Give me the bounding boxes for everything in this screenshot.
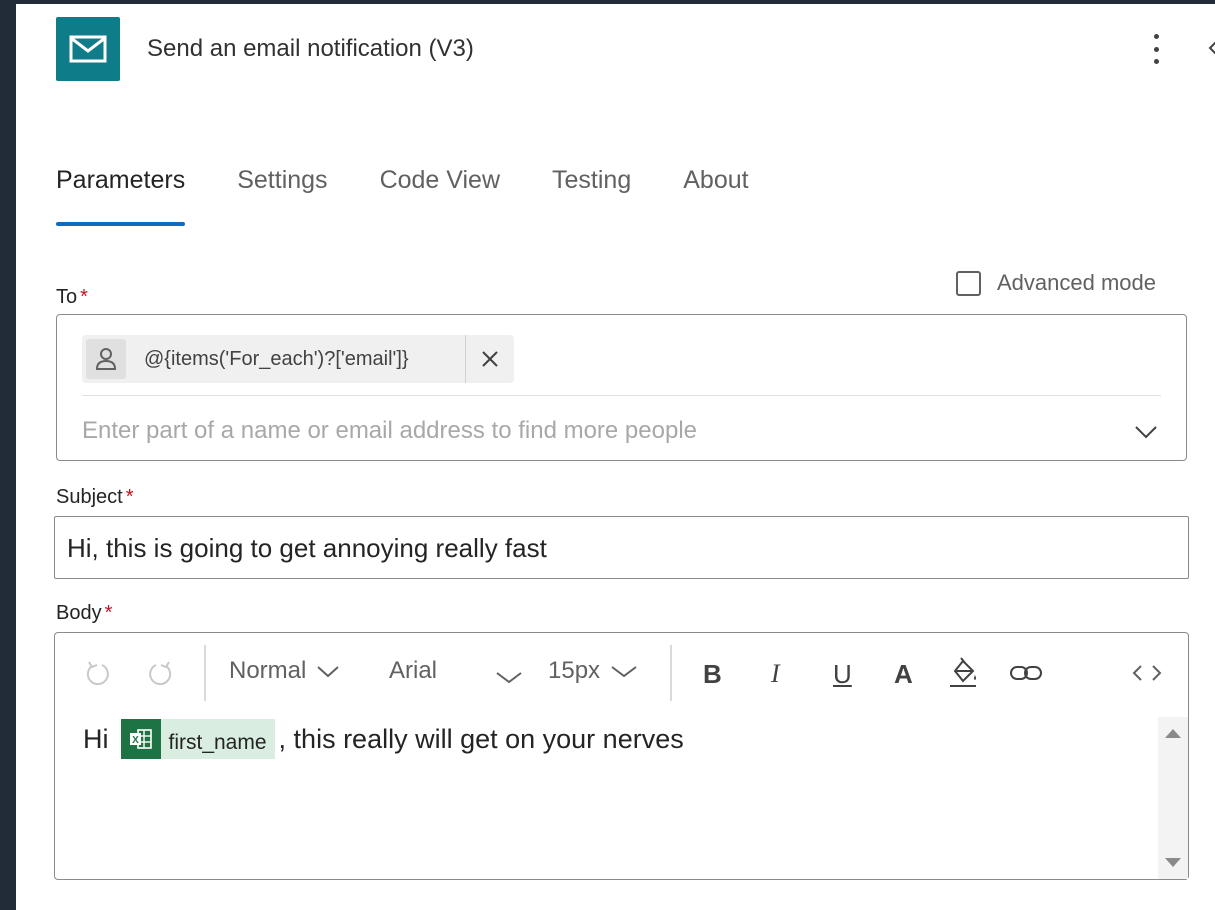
- font-color-button[interactable]: A: [894, 659, 913, 690]
- recipient-token[interactable]: @{items('For_each')?['email']}: [82, 335, 514, 383]
- to-field[interactable]: @{items('For_each')?['email']}: [56, 314, 1187, 461]
- body-editor[interactable]: Normal Arial 15px B I U A Hi X first_nam…: [54, 632, 1189, 880]
- toolbar-divider: [204, 645, 206, 701]
- recipient-token-text: @{items('For_each')?['email']}: [144, 347, 409, 370]
- tab-code-view[interactable]: Code View: [380, 166, 500, 228]
- body-content[interactable]: Hi X first_name , this really will get o…: [83, 719, 684, 759]
- font-family-value: Arial: [389, 657, 438, 684]
- to-label-text: To: [56, 286, 78, 308]
- subject-field[interactable]: [54, 516, 1189, 579]
- font-size-dropdown[interactable]: 15px: [548, 657, 638, 685]
- tab-settings[interactable]: Settings: [237, 166, 327, 228]
- to-label: To *: [56, 286, 88, 309]
- highlight-color-icon[interactable]: [947, 655, 979, 689]
- rich-text-toolbar: Normal Arial 15px B I U A: [55, 633, 1188, 713]
- undo-icon[interactable]: [83, 659, 111, 687]
- font-family-dropdown[interactable]: Arial: [389, 657, 437, 685]
- chevron-down-icon: [317, 666, 340, 678]
- body-text-after: , this really will get on your nerves: [278, 723, 684, 754]
- link-icon[interactable]: [1009, 663, 1043, 683]
- subject-label-text: Subject: [56, 486, 123, 508]
- mail-icon: [56, 17, 120, 81]
- tab-about[interactable]: About: [683, 166, 748, 228]
- excel-icon: X: [120, 719, 161, 759]
- scroll-up-arrow-icon[interactable]: [1165, 729, 1181, 738]
- tab-testing[interactable]: Testing: [552, 166, 631, 228]
- italic-button[interactable]: I: [771, 659, 780, 689]
- tab-bar: Parameters Settings Code View Testing Ab…: [56, 166, 801, 228]
- people-search-input[interactable]: [82, 411, 1112, 451]
- toolbar-divider: [670, 645, 672, 701]
- body-label-text: Body: [56, 602, 102, 624]
- remove-token-icon[interactable]: [476, 345, 504, 373]
- redo-icon[interactable]: [147, 659, 175, 687]
- subject-input[interactable]: [67, 529, 1167, 567]
- required-mark: *: [104, 602, 113, 624]
- required-mark: *: [125, 486, 134, 508]
- required-mark: *: [80, 286, 88, 308]
- token-divider: [465, 335, 466, 383]
- subject-label: Subject *: [56, 486, 134, 509]
- dynamic-content-token[interactable]: X first_name: [120, 719, 275, 759]
- code-view-icon[interactable]: [1131, 663, 1163, 683]
- bold-button[interactable]: B: [703, 659, 722, 690]
- panel-header: Send an email notification (V3): [56, 17, 474, 81]
- underline-button[interactable]: U: [833, 659, 852, 690]
- advanced-mode-checkbox[interactable]: [956, 270, 981, 296]
- tab-parameters[interactable]: Parameters: [56, 166, 186, 228]
- paragraph-style-value: Normal: [229, 657, 307, 684]
- body-scrollbar[interactable]: [1158, 717, 1188, 879]
- svg-text:X: X: [132, 735, 139, 746]
- body-label: Body *: [56, 602, 112, 625]
- person-icon: [86, 339, 126, 379]
- chevron-down-icon: [611, 666, 637, 678]
- body-text-before: Hi: [83, 723, 109, 754]
- advanced-mode-label: Advanced mode: [997, 270, 1156, 295]
- collapse-chevron-icon[interactable]: [1208, 40, 1215, 56]
- more-options-icon[interactable]: [1146, 34, 1166, 64]
- chevron-down-icon[interactable]: [1132, 418, 1160, 446]
- scroll-down-arrow-icon[interactable]: [1165, 858, 1181, 867]
- page-title: Send an email notification (V3): [147, 35, 474, 62]
- dynamic-token-label: first_name: [168, 731, 267, 754]
- chevron-down-icon[interactable]: [495, 669, 523, 685]
- action-panel: Send an email notification (V3) Paramete…: [16, 4, 1215, 910]
- paragraph-style-dropdown[interactable]: Normal: [229, 657, 340, 685]
- to-field-divider: [82, 395, 1161, 396]
- font-size-value: 15px: [548, 657, 601, 684]
- advanced-mode-toggle[interactable]: Advanced mode: [956, 270, 1156, 296]
